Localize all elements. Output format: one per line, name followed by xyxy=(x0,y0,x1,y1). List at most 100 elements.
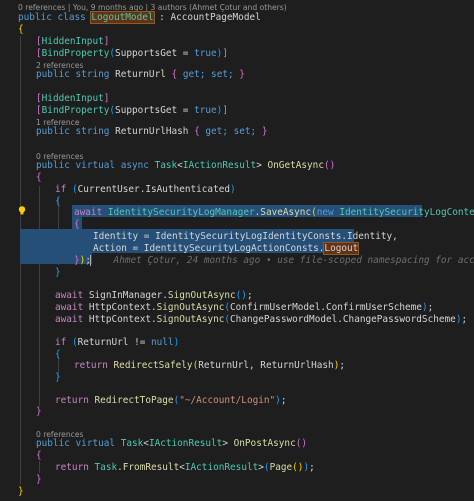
code-line-action-assign: Action = IdentitySecurityLogActionConsts… xyxy=(93,242,474,255)
code-line-return-redirect: return RedirectSafely(ReturnUrl, ReturnU… xyxy=(74,360,345,371)
code-line-if: if (ReturnUrl != null) xyxy=(55,337,180,348)
code-token: public xyxy=(36,160,70,171)
code-token: await xyxy=(55,290,84,301)
code-token: get; set; xyxy=(199,126,262,137)
code-token: ReturnUrl, ReturnUrlHash xyxy=(198,360,334,371)
code-line-sign-out: await SignInManager.SignOutAsync(); xyxy=(55,290,253,301)
code-token: ReturnUrl xyxy=(115,69,166,80)
code-token: HttpContext xyxy=(88,314,151,325)
code-line-method-decl: public virtual Task<IActionResult> OnPos… xyxy=(36,438,308,449)
code-token: Task xyxy=(94,462,118,473)
code-token: string xyxy=(75,126,110,137)
code-token: return xyxy=(55,395,89,406)
code-token: virtual xyxy=(75,160,116,171)
code-line-brace: { xyxy=(36,172,42,183)
code-line-attribute: [BindProperty(SupportsGet = true)] xyxy=(36,48,228,59)
code-token: IActionResult xyxy=(182,160,257,171)
code-line-brace: } xyxy=(55,267,61,278)
code-line-class-decl: public class LogoutModel : AccountPageMo… xyxy=(18,11,474,24)
code-token: IActionResult xyxy=(148,438,223,449)
code-token: true xyxy=(194,105,217,116)
code-token: BindProperty xyxy=(41,105,110,116)
code-token: : AccountPageModel xyxy=(153,12,261,23)
code-token: SignOutAsync xyxy=(156,302,225,313)
code-token: class xyxy=(57,12,86,23)
code-line-method-decl: public virtual async Task<IActionResult>… xyxy=(36,160,336,171)
code-editor[interactable]: 0 references | You, 9 months ago | 3 aut… xyxy=(0,0,474,501)
code-token: public xyxy=(18,12,52,23)
git-blame-annotation: Ahmet Çotur, 24 months ago • use file-sc… xyxy=(113,255,474,266)
code-token: SignOutAsync xyxy=(156,314,225,325)
code-token: await xyxy=(74,207,103,218)
code-token: RedirectToPage xyxy=(94,395,174,406)
code-token: BindProperty xyxy=(41,48,110,59)
code-token: Action = IdentitySecurityLogActionConsts… xyxy=(93,243,325,254)
indent-guide xyxy=(39,186,40,406)
code-token: Task xyxy=(120,438,144,449)
lightbulb-icon[interactable] xyxy=(18,206,26,215)
code-token: HttpContext xyxy=(88,302,151,313)
code-token: IdentitySecurityLogManager xyxy=(107,207,255,218)
code-token: FromResult xyxy=(122,462,180,473)
code-line-property: public string ReturnUrl { get; set; } xyxy=(36,69,245,80)
code-token: public xyxy=(36,69,70,80)
code-line-brace: } xyxy=(55,372,61,383)
code-token: HiddenInput xyxy=(41,93,104,104)
code-line-await-log: await IdentitySecurityLogManager.SaveAsy… xyxy=(74,207,474,219)
code-line-brace: { xyxy=(55,349,61,360)
code-token: return xyxy=(55,462,89,473)
code-token: SignInManager xyxy=(88,290,163,301)
code-token: ChangePasswordModel.ChangePasswordScheme xyxy=(230,314,456,325)
code-line-if: if (CurrentUser.IsAuthenticated) xyxy=(55,184,236,195)
code-token: ConfirmUserModel.ConfirmUserScheme xyxy=(230,302,422,313)
code-token: Task xyxy=(154,160,178,171)
code-token: string xyxy=(75,69,110,80)
code-line-brace: { xyxy=(55,196,61,207)
code-token: if xyxy=(55,337,67,348)
code-token: virtual xyxy=(75,438,116,449)
code-line-attribute: [HiddenInput] xyxy=(36,93,110,104)
code-token: null xyxy=(151,337,174,348)
code-token: IActionResult xyxy=(184,462,259,473)
code-token: OnGetAsync xyxy=(267,160,324,171)
code-token: await xyxy=(55,314,84,325)
code-line-brace: { xyxy=(18,24,24,35)
code-token: IdentitySecurityLogContext xyxy=(339,207,474,218)
code-line-return-from-result: return Task.FromResult<IActionResult>(Pa… xyxy=(55,462,315,473)
code-token: await xyxy=(55,302,84,313)
code-token: RedirectSafely xyxy=(113,360,193,371)
code-token: public xyxy=(36,126,70,137)
code-token: HiddenInput xyxy=(41,36,104,47)
code-token: true xyxy=(194,48,217,59)
code-token: CurrentUser.IsAuthenticated xyxy=(77,184,231,195)
code-line-attribute: [HiddenInput] xyxy=(36,36,110,47)
code-token: if xyxy=(55,184,67,195)
code-token-logout: Logout xyxy=(323,242,360,255)
indent-guide xyxy=(39,461,40,473)
text-cursor xyxy=(90,255,91,266)
code-line-attribute: [BindProperty(SupportsGet = true)] xyxy=(36,105,228,116)
code-token-class-name: LogoutModel xyxy=(90,11,155,24)
code-line-identity-assign: Identity = IdentitySecurityLogIdentityCo… xyxy=(93,231,398,242)
code-line-brace: { xyxy=(36,450,42,461)
code-token: Page xyxy=(269,462,293,473)
code-token: public xyxy=(36,438,70,449)
code-token: SignOutAsync xyxy=(167,290,236,301)
code-line-brace: } xyxy=(36,406,42,417)
code-token: SaveAsync xyxy=(260,207,312,218)
code-line-return-page: return RedirectToPage("~/Account/Login")… xyxy=(55,395,287,406)
code-line-brace: { xyxy=(74,219,80,230)
code-token: get; set; xyxy=(177,69,240,80)
code-line-sign-out: await HttpContext.SignOutAsync(ConfirmUs… xyxy=(55,302,434,313)
code-token: new xyxy=(316,207,334,218)
code-token: async xyxy=(120,160,149,171)
code-token: != xyxy=(128,337,151,348)
code-token: ReturnUrl xyxy=(77,337,129,348)
code-line-sign-out: await HttpContext.SignOutAsync(ChangePas… xyxy=(55,314,468,325)
code-line-brace: } xyxy=(36,474,42,485)
code-token: ReturnUrlHash xyxy=(115,126,189,137)
code-token: return xyxy=(74,360,108,371)
code-line-property: public string ReturnUrlHash { get; set; … xyxy=(36,126,268,137)
code-token: "~/Account/Login" xyxy=(179,395,276,406)
code-line-close-call: }); Ahmet Çotur, 24 months ago • use fil… xyxy=(74,255,474,267)
